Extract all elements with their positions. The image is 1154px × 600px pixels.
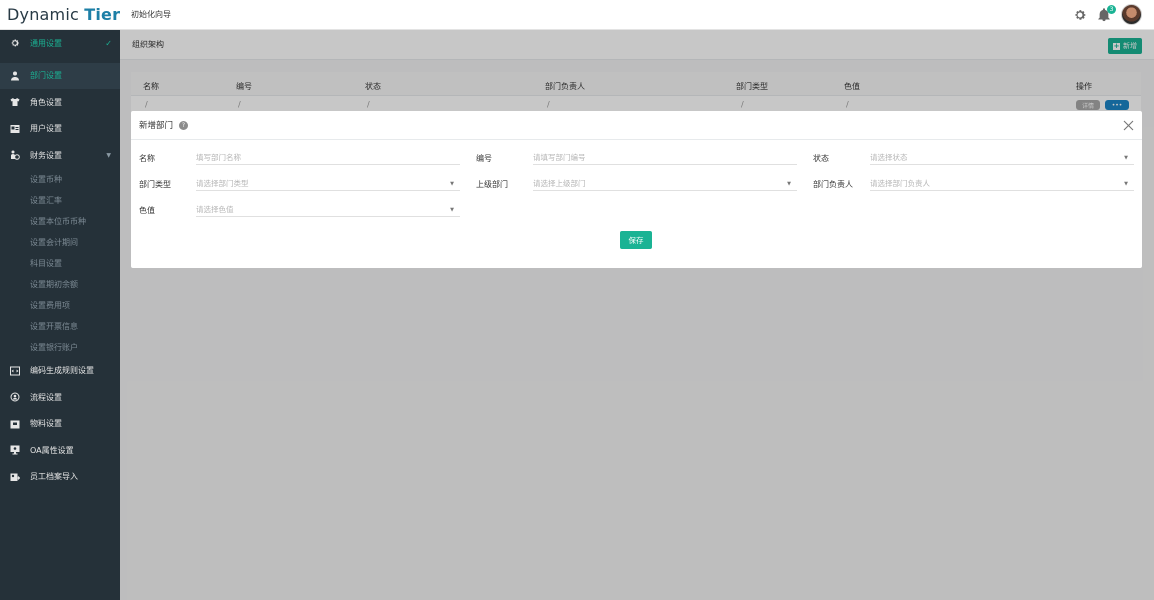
sidebar-item-label: 员工档案导入	[30, 472, 78, 482]
sidebar-subitem[interactable]: 设置币种	[0, 169, 120, 190]
select-placeholder: 请选择色值	[196, 205, 234, 214]
flow-icon	[0, 392, 30, 402]
chevron-down-icon: ▼	[787, 181, 791, 187]
sidebar: 通用设置 ✓ 部门设置 角色设置 用户设置 财务设置 ▼ 设置币种 设置汇率 设…	[0, 30, 120, 600]
sidebar-item-label: 用户设置	[30, 124, 62, 134]
sidebar-subitem[interactable]: 设置汇率	[0, 190, 120, 211]
form-field-manager: 部门负责人 请选择部门负责人 ▼	[813, 177, 1134, 191]
sidebar-subitem[interactable]: 设置费用项	[0, 295, 120, 316]
nav-init-wizard[interactable]: 初始化向导	[131, 9, 171, 20]
chevron-down-icon: ▼	[106, 151, 111, 159]
field-label: 部门负责人	[813, 179, 853, 189]
sidebar-item-label: 部门设置	[30, 71, 62, 81]
select-placeholder: 请选择上级部门	[533, 179, 586, 188]
form-field-code: 编号 请填写部门编号	[476, 151, 797, 165]
sidebar-item-employee-import[interactable]: 员工档案导入	[0, 464, 120, 491]
avatar[interactable]	[1121, 4, 1142, 25]
sidebar-item-label: 财务设置	[30, 150, 62, 160]
sidebar-item-oa-attributes[interactable]: OA属性设置	[0, 437, 120, 464]
color-select[interactable]: 请选择色值 ▼	[196, 203, 460, 217]
manager-select[interactable]: 请选择部门负责人 ▼	[870, 177, 1134, 191]
form-field-parent: 上级部门 请选择上级部门 ▼	[476, 177, 797, 191]
field-label: 编号	[476, 153, 492, 163]
sidebar-item-label: 物料设置	[30, 419, 62, 429]
code-input[interactable]: 请填写部门编号	[533, 151, 797, 165]
sidebar-subitem[interactable]: 设置银行账户	[0, 337, 120, 358]
field-label: 部门类型	[139, 179, 171, 189]
chevron-down-icon: ▼	[1124, 181, 1128, 187]
field-label: 上级部门	[476, 179, 508, 189]
sidebar-item-role[interactable]: 角色设置	[0, 89, 120, 116]
top-header: Dynamic Tier 初始化向导 3	[0, 0, 1154, 30]
select-placeholder: 请选择状态	[870, 153, 908, 162]
form-field-color: 色值 请选择色值 ▼	[139, 203, 460, 217]
modal-header: 新增部门 ?	[131, 111, 1142, 140]
bell-icon[interactable]: 3	[1097, 4, 1116, 22]
chevron-down-icon: ▼	[450, 181, 454, 187]
box-icon	[0, 419, 30, 429]
chevron-down-icon: ▼	[450, 207, 454, 213]
sidebar-item-flow[interactable]: 流程设置	[0, 384, 120, 411]
gear-icon[interactable]	[1073, 8, 1087, 22]
org-icon	[0, 71, 30, 81]
finance-icon	[0, 150, 30, 161]
field-label: 名称	[139, 153, 155, 163]
select-placeholder: 请选择部门负责人	[870, 179, 930, 188]
form-field-status: 状态 请选择状态 ▼	[813, 151, 1134, 165]
import-icon	[0, 472, 30, 482]
form-field-name: 名称 填写部门名称	[139, 151, 460, 165]
sidebar-item-label: 角色设置	[30, 97, 62, 107]
sidebar-subitem[interactable]: 设置会计期间	[0, 232, 120, 253]
sidebar-item-general-settings[interactable]: 通用设置 ✓	[0, 30, 120, 57]
parent-select[interactable]: 请选择上级部门 ▼	[533, 177, 797, 191]
sidebar-item-label: 通用设置	[30, 38, 62, 48]
sidebar-subitem[interactable]: 设置本位币币种	[0, 211, 120, 232]
sidebar-item-department[interactable]: 部门设置	[0, 62, 120, 89]
field-label: 状态	[813, 153, 829, 163]
sidebar-item-user[interactable]: 用户设置	[0, 116, 120, 143]
select-placeholder: 请选择部门类型	[196, 179, 249, 188]
modal-title: 新增部门	[139, 121, 174, 131]
sidebar-item-label: 流程设置	[30, 392, 62, 402]
check-icon: ✓	[105, 38, 112, 48]
sidebar-item-label: OA属性设置	[30, 445, 74, 455]
type-select[interactable]: 请选择部门类型 ▼	[196, 177, 460, 191]
gear-icon	[0, 38, 30, 48]
name-input[interactable]: 填写部门名称	[196, 151, 460, 165]
save-button[interactable]: 保存	[620, 231, 652, 249]
sidebar-item-finance[interactable]: 财务设置 ▼	[0, 142, 120, 169]
shirt-icon	[0, 97, 30, 107]
monitor-icon	[0, 445, 30, 455]
sidebar-subitem[interactable]: 科目设置	[0, 253, 120, 274]
form-field-type: 部门类型 请选择部门类型 ▼	[139, 177, 460, 191]
sidebar-item-code-rules[interactable]: 编码生成规则设置	[0, 358, 120, 385]
sidebar-subitem[interactable]: 设置开票信息	[0, 316, 120, 337]
add-department-modal: 新增部门 ? 名称 填写部门名称 编号 请填写部门编号 状态 请选择状态 ▼ 部门…	[131, 111, 1142, 268]
sidebar-item-material[interactable]: 物料设置	[0, 411, 120, 438]
sidebar-item-label: 编码生成规则设置	[30, 366, 94, 376]
field-label: 色值	[139, 205, 155, 215]
id-card-icon	[0, 124, 30, 134]
info-icon[interactable]: ?	[179, 120, 189, 130]
close-icon[interactable]	[1123, 120, 1134, 131]
code-icon	[0, 366, 30, 376]
chevron-down-icon: ▼	[1124, 155, 1128, 161]
notification-badge: 3	[1107, 4, 1116, 14]
app-logo[interactable]: Dynamic Tier	[0, 5, 120, 24]
sidebar-subitem[interactable]: 设置期初余额	[0, 274, 120, 295]
status-select[interactable]: 请选择状态 ▼	[870, 151, 1134, 165]
